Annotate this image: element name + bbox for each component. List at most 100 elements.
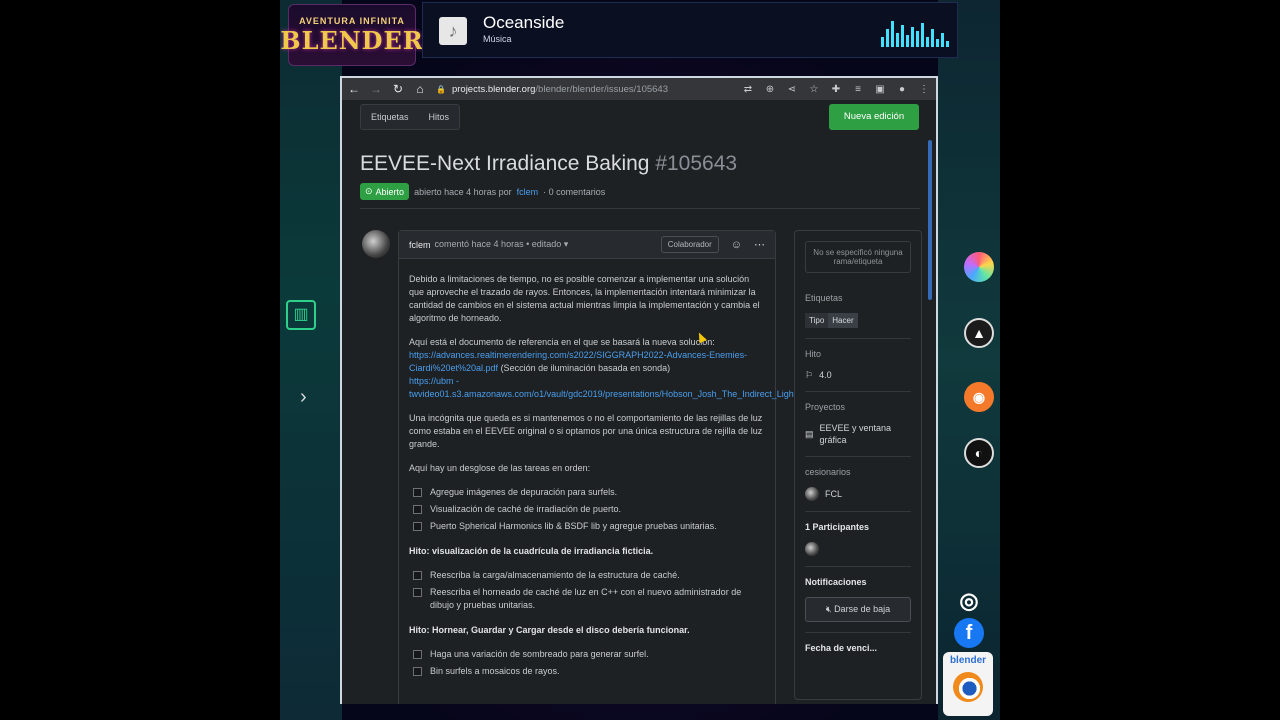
comment-body: Debido a limitaciones de tiempo, no es p… bbox=[399, 259, 823, 704]
task-item: Reescriba el horneado de caché de luz en… bbox=[413, 586, 765, 612]
reference-intro: Aquí está el documento de referencia en … bbox=[409, 337, 715, 347]
issue-comment: fclem comentó hace 4 horas • editado ▾ C… bbox=[398, 230, 823, 704]
unsubscribe-button[interactable]: 🔇︎ Darse de baja bbox=[805, 597, 911, 622]
milestone-section: Hito ⚐ 4.0 bbox=[805, 338, 911, 391]
reading-list-icon[interactable]: ≡ bbox=[852, 84, 864, 95]
due-date-section: Fecha de venci... bbox=[805, 632, 911, 673]
avatar[interactable] bbox=[805, 542, 819, 556]
comment-author[interactable]: fclem bbox=[409, 240, 431, 250]
track-subtitle: Música bbox=[483, 34, 512, 44]
assignees-heading[interactable]: cesionarios bbox=[805, 467, 911, 477]
branch-selector[interactable]: No se especificó ninguna rama/etiqueta bbox=[805, 241, 911, 273]
task-label: Bin surfels a mosaicos de rayos. bbox=[430, 666, 560, 676]
issue-title: EEVEE-Next Irradiance Baking #105643 bbox=[360, 152, 737, 176]
status-text: abierto hace 4 horas por bbox=[414, 186, 512, 197]
due-date-heading: Fecha de venci... bbox=[805, 643, 878, 653]
address-bar[interactable]: 🔒 projects.blender.org/blender/blender/i… bbox=[436, 84, 732, 95]
status-badge: ⊙ Abierto bbox=[360, 183, 410, 200]
task-checkbox[interactable] bbox=[413, 667, 422, 676]
logo-title: BLENDER bbox=[280, 25, 424, 55]
issue-sidebar: No se especificó ninguna rama/etiqueta E… bbox=[794, 230, 922, 700]
profile-icon[interactable]: ● bbox=[896, 84, 908, 95]
task-label: Puerto Spherical Harmonics lib & BSDF li… bbox=[430, 521, 717, 531]
comment-meta[interactable]: comentó hace 4 horas • editado ▾ bbox=[435, 239, 569, 250]
manjaro-icon: ▥ bbox=[286, 300, 316, 330]
participants-heading: 1 Participantes bbox=[805, 522, 870, 532]
paragraph: Una incógnita que queda es si mantenemos… bbox=[409, 413, 763, 449]
translate-icon[interactable]: ⇄ bbox=[742, 84, 754, 95]
task-list: Haga una variación de sombreado para gen… bbox=[409, 648, 765, 678]
avatar bbox=[805, 487, 819, 501]
reference-note: (Sección de iluminación basada en sonda) bbox=[498, 363, 671, 373]
stream-frame: ▥ › AVENTURA INFINITA BLENDER ♪ Oceansid… bbox=[280, 0, 1000, 720]
lock-icon: 🔒 bbox=[436, 84, 446, 94]
label-badge: Tipo Hacer bbox=[805, 313, 911, 328]
task-checkbox[interactable] bbox=[413, 571, 422, 580]
task-checkbox[interactable] bbox=[413, 522, 422, 531]
more-options-icon[interactable]: ⋯ bbox=[754, 238, 765, 251]
share-icon[interactable]: ⋖ bbox=[786, 84, 798, 95]
avatar[interactable] bbox=[362, 230, 390, 258]
issue-number: #105643 bbox=[655, 152, 738, 175]
browser-toolbar: ← → ↻ ⌂ 🔒 projects.blender.org/blender/b… bbox=[342, 78, 936, 100]
task-item: Haga una variación de sombreado para gen… bbox=[413, 648, 765, 661]
menu-icon[interactable]: ⋮ bbox=[918, 84, 930, 95]
task-checkbox[interactable] bbox=[413, 650, 422, 659]
role-badge: Colaborador bbox=[660, 236, 719, 253]
task-checkbox[interactable] bbox=[413, 588, 422, 597]
task-checkbox[interactable] bbox=[413, 488, 422, 497]
label-value: Hacer bbox=[828, 313, 858, 328]
project-row: ▤ EEVEE y ventana gráfica bbox=[805, 422, 911, 446]
labels-heading[interactable]: Etiquetas bbox=[805, 293, 911, 303]
obs-icon: ◐ bbox=[964, 438, 994, 468]
project-board-icon: ▤ bbox=[805, 429, 814, 439]
participants-section: 1 Participantes bbox=[805, 511, 911, 566]
task-label: Agregue imágenes de depuración para surf… bbox=[430, 487, 618, 497]
left-panel bbox=[280, 0, 342, 720]
home-icon[interactable]: ⌂ bbox=[414, 82, 426, 96]
issue-status-row: ⊙ Abierto abierto hace 4 horas por fclem… bbox=[360, 183, 605, 200]
new-issue-button[interactable]: Nueva edición bbox=[829, 104, 919, 130]
tab-labels[interactable]: Etiquetas bbox=[361, 105, 419, 129]
reload-icon[interactable]: ↻ bbox=[392, 82, 404, 96]
task-item: Visualización de caché de irradiación de… bbox=[413, 503, 765, 516]
reference-link-2[interactable]: https://ubm - twvideo01.s3.amazonaws.com… bbox=[409, 376, 823, 399]
project-name[interactable]: EEVEE y ventana gráfica bbox=[820, 422, 911, 446]
milestone-value[interactable]: 4.0 bbox=[819, 369, 832, 381]
zoom-icon[interactable]: ⊕ bbox=[764, 84, 776, 95]
assignees-section: cesionarios FCL bbox=[805, 456, 911, 511]
task-label: Haga una variación de sombreado para gen… bbox=[430, 649, 649, 659]
task-item: Bin surfels a mosaicos de rayos. bbox=[413, 665, 765, 678]
sidepanel-icon[interactable]: ▣ bbox=[874, 84, 886, 95]
forward-icon[interactable]: → bbox=[370, 82, 382, 96]
browser-window: ← → ↻ ⌂ 🔒 projects.blender.org/blender/b… bbox=[340, 76, 938, 704]
projects-heading[interactable]: Proyectos bbox=[805, 402, 911, 412]
blender-logo-icon bbox=[953, 672, 983, 702]
label-scope: Tipo bbox=[805, 313, 829, 328]
back-icon[interactable]: ← bbox=[348, 82, 360, 96]
url-host: projects.blender.org bbox=[451, 83, 536, 95]
equalizer bbox=[881, 17, 949, 47]
task-label: Reescriba la carga/almacenamiento de la … bbox=[430, 570, 680, 580]
assignee-name[interactable]: FCL bbox=[825, 488, 842, 500]
projects-section: Proyectos ▤ EEVEE y ventana gráfica bbox=[805, 391, 911, 456]
task-checkbox[interactable] bbox=[413, 505, 422, 514]
url-path: /blender/blender/issues/105643 bbox=[535, 83, 668, 95]
blender-badge: blender bbox=[943, 652, 993, 716]
divider bbox=[360, 208, 920, 209]
task-label: Visualización de caché de irradiación de… bbox=[430, 504, 621, 514]
logo-subtitle: AVENTURA INFINITA bbox=[299, 15, 405, 26]
task-list: Reescriba la carga/almacenamiento de la … bbox=[409, 569, 765, 612]
paragraph: Debido a limitaciones de tiempo, no es p… bbox=[409, 274, 760, 323]
badge-text: blender bbox=[949, 655, 987, 666]
scrollbar[interactable] bbox=[928, 140, 932, 300]
emoji-reaction-icon[interactable]: ☺ bbox=[731, 239, 742, 251]
milestone-heading[interactable]: Hito bbox=[805, 349, 911, 359]
comment-header: fclem comentó hace 4 horas • editado ▾ C… bbox=[399, 231, 775, 259]
notifications-section: Notificaciones 🔇︎ Darse de baja bbox=[805, 566, 911, 632]
puzzle-icon[interactable]: ✚ bbox=[830, 84, 842, 95]
tab-milestones[interactable]: Hitos bbox=[419, 105, 460, 129]
author-link[interactable]: fclem bbox=[517, 187, 539, 197]
star-icon[interactable]: ☆ bbox=[808, 84, 820, 95]
labels-section: Etiquetas Tipo Hacer bbox=[805, 283, 911, 338]
